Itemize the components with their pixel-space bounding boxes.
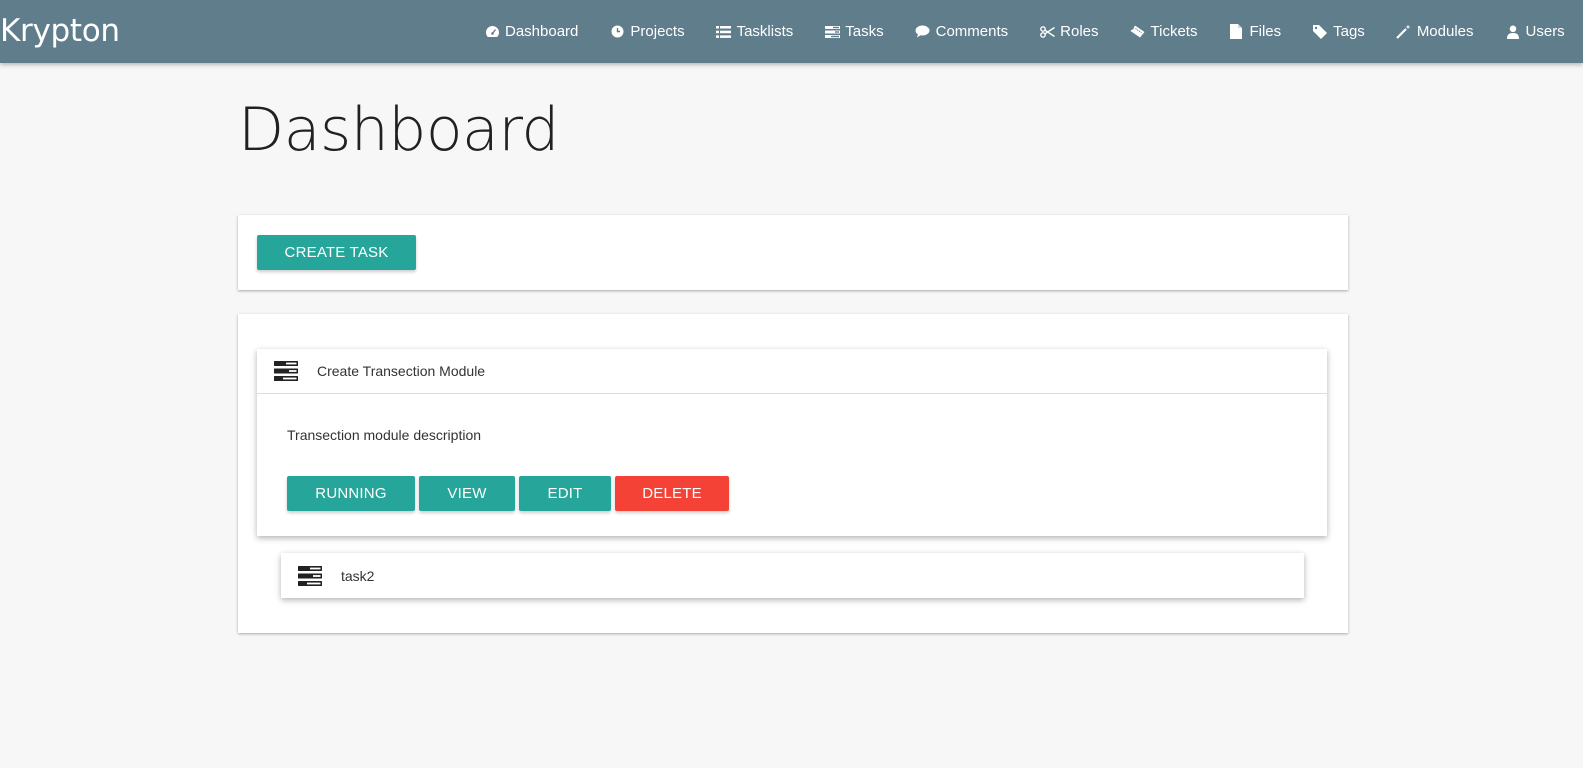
running-button[interactable]: RUNNING — [287, 476, 415, 511]
task-item: task2 — [281, 553, 1304, 598]
brand-logo[interactable]: Krypton — [0, 12, 120, 50]
task-description: Transection module description — [287, 427, 482, 443]
nav-menu: Dashboard Projects Tasklists Tasks Comme… — [484, 0, 1583, 63]
nav-item-tags[interactable]: Tags — [1312, 23, 1365, 40]
dashboard-icon — [484, 25, 500, 39]
task-item: Create Transection Module Transection mo… — [257, 349, 1327, 536]
magic-wand-icon — [1396, 24, 1412, 39]
nav-item-label: Comments — [935, 23, 1009, 40]
nav-item-label: Tags — [1333, 23, 1365, 40]
nav-item-label: Roles — [1060, 23, 1099, 40]
nav-item-label: Users — [1525, 23, 1565, 40]
nav-item-roles[interactable]: Roles — [1039, 23, 1099, 40]
ticket-icon — [1130, 25, 1146, 39]
user-icon — [1505, 25, 1521, 39]
tag-icon — [1312, 24, 1328, 39]
task-body: Transection module description RUNNING V… — [257, 394, 1327, 511]
task-header[interactable]: task2 — [281, 553, 1304, 598]
top-navbar: Krypton Dashboard Projects Tasklists Tas… — [0, 0, 1583, 63]
nav-item-label: Files — [1249, 23, 1282, 40]
nav-item-label: Dashboard — [505, 23, 579, 40]
nav-item-dashboard[interactable]: Dashboard — [484, 23, 578, 40]
tasks-icon — [824, 25, 840, 39]
file-icon — [1228, 24, 1244, 39]
comment-icon — [915, 25, 931, 39]
delete-button[interactable]: DELETE — [615, 476, 729, 511]
nav-item-label: Tickets — [1150, 23, 1198, 40]
nav-item-label: Tasklists — [736, 23, 794, 40]
nav-item-tasks[interactable]: Tasks — [824, 23, 884, 40]
create-task-button[interactable]: CREATE TASK — [257, 235, 416, 270]
list-icon — [716, 25, 732, 39]
edit-button[interactable]: EDIT — [519, 476, 611, 511]
tasks-icon — [298, 565, 322, 586]
view-button[interactable]: VIEW — [419, 476, 515, 511]
projects-icon — [609, 25, 625, 39]
nav-item-label: Projects — [630, 23, 685, 40]
task-header[interactable]: Create Transection Module — [257, 349, 1327, 394]
nav-item-modules[interactable]: Modules — [1396, 23, 1474, 40]
page-title: Dashboard — [238, 95, 560, 165]
toolbar-card: CREATE TASK — [238, 215, 1348, 290]
task-title: Create Transection Module — [317, 363, 486, 379]
nav-item-label: Tasks — [845, 23, 884, 40]
nav-item-users[interactable]: Users — [1505, 23, 1565, 40]
nav-item-files[interactable]: Files — [1228, 23, 1281, 40]
nav-item-label: Modules — [1416, 23, 1474, 40]
tasks-icon — [274, 361, 298, 381]
nav-item-tasklists[interactable]: Tasklists — [716, 23, 794, 40]
task-title: task2 — [341, 567, 375, 584]
nav-item-tickets[interactable]: Tickets — [1130, 23, 1198, 40]
task-actions: RUNNING VIEW EDIT DELETE — [287, 476, 1303, 511]
task-list-card: Create Transection Module Transection mo… — [238, 314, 1348, 633]
nav-item-comments[interactable]: Comments — [915, 23, 1009, 40]
scissors-icon — [1039, 25, 1055, 39]
nav-item-projects[interactable]: Projects — [609, 23, 685, 40]
